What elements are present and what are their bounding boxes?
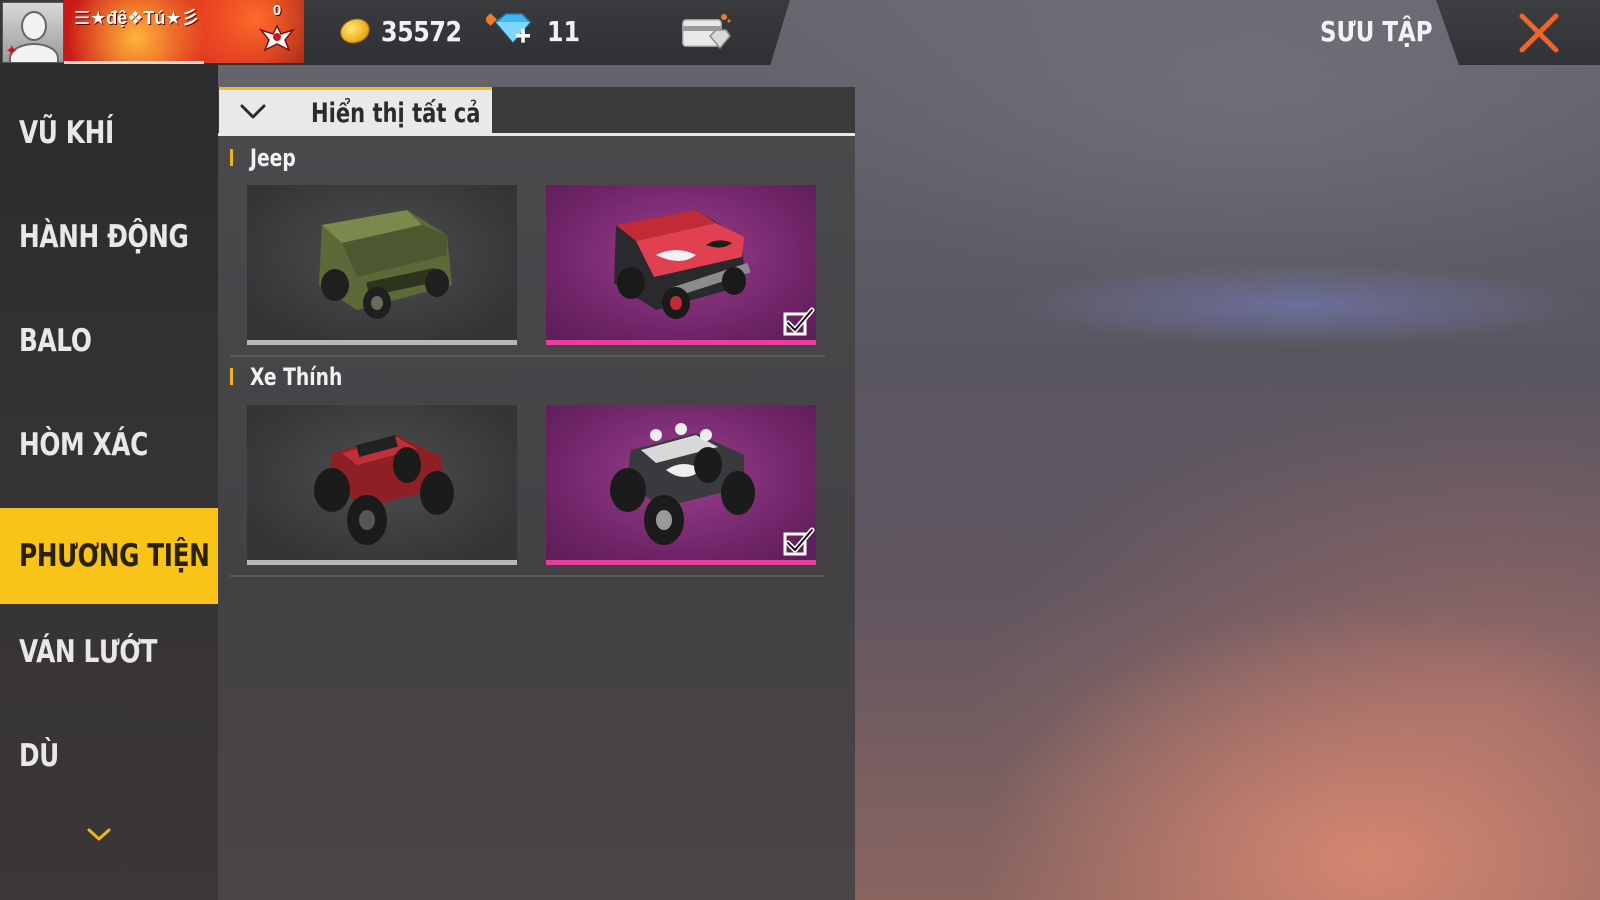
chevron-down-icon[interactable] <box>84 825 114 845</box>
sidebar-item-label: HÒM XÁC <box>19 427 148 463</box>
green-jeep-image <box>319 210 452 319</box>
vehicle-card-green-jeep[interactable] <box>247 185 517 345</box>
checkmark-icon <box>783 307 815 336</box>
sidebar-item-vehicles[interactable]: PHƯƠNG TIỆN <box>0 508 218 604</box>
checkmark-icon <box>783 527 815 556</box>
sidebar-item-label: VÁN LƯỚT <box>19 634 157 670</box>
sidebar-item-weapons[interactable]: VŨ KHÍ <box>0 85 218 181</box>
section-title: Jeep <box>250 144 296 172</box>
filter-label: Hiển thị tất cả <box>311 98 481 129</box>
avatar[interactable]: ✦ <box>2 2 64 63</box>
section-title: Xe Thính <box>250 363 343 391</box>
sidebar-item-surfboard[interactable]: VÁN LƯỚT <box>0 604 218 700</box>
vehicle-card-skull-monster-truck[interactable] <box>546 405 816 565</box>
sidebar-item-label: PHƯƠNG TIỆN <box>19 538 210 574</box>
chevron-down-icon <box>240 104 266 119</box>
guild-mark-icon: ✦ <box>5 43 19 60</box>
sidebar-item-label: DÙ <box>19 738 59 774</box>
filter-dropdown[interactable]: Hiển thị tất cả <box>219 87 492 135</box>
collection-panel: Hiển thị tất cả Jeep Xe Thính <box>218 87 855 900</box>
category-sidebar: VŨ KHÍ HÀNH ĐỘNG BALO HÒM XÁC PHƯƠNG TIỆ… <box>0 65 218 900</box>
sidebar-item-parachute[interactable]: DÙ <box>0 708 218 804</box>
player-name: ☰★đệ❖Tú★彡 <box>74 8 200 28</box>
vehicle-card-red-monster-truck[interactable] <box>247 405 517 565</box>
rank-badge: 0 <box>256 2 298 60</box>
section-marker <box>230 368 233 385</box>
close-x-icon[interactable] <box>1516 10 1562 56</box>
sidebar-item-label: VŨ KHÍ <box>19 115 114 151</box>
diamond-plus-icon[interactable] <box>486 10 534 50</box>
player-banner[interactable]: ☰★đệ❖Tú★彡 0 <box>64 0 304 63</box>
winged-emblem-icon <box>258 24 296 52</box>
section-divider <box>230 355 825 357</box>
diamond-amount: 11 <box>547 15 581 48</box>
sidebar-item-backpack[interactable]: BALO <box>0 293 218 389</box>
page-title: SƯU TẬP <box>1320 15 1433 48</box>
gold-amount: 35572 <box>381 15 462 48</box>
vehicle-card-red-camo-jeep[interactable] <box>546 185 816 345</box>
sidebar-item-loot-box[interactable]: HÒM XÁC <box>0 397 218 493</box>
section-marker <box>230 149 233 166</box>
badge-level: 0 <box>272 2 282 19</box>
sidebar-item-emotes[interactable]: HÀNH ĐỘNG <box>0 189 218 285</box>
sidebar-item-label: HÀNH ĐỘNG <box>19 219 189 255</box>
skull-monster-truck-image <box>610 423 755 545</box>
red-camo-jeep-image <box>614 210 751 319</box>
red-monster-truck-image <box>314 435 454 545</box>
membership-card-icon[interactable] <box>680 12 732 52</box>
sidebar-item-label: BALO <box>19 323 92 359</box>
section-divider <box>230 575 825 577</box>
banner-underline <box>64 61 204 64</box>
